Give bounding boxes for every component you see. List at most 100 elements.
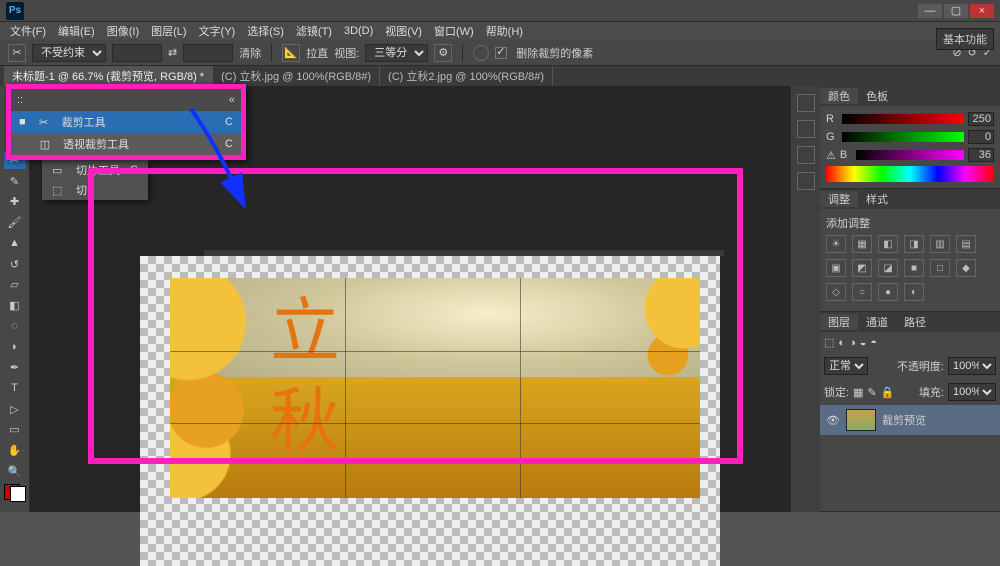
color-swatch[interactable] [4, 484, 26, 502]
lock-position-icon[interactable]: ✎ [867, 386, 876, 399]
pen-tool[interactable]: ✒ [4, 359, 26, 376]
menu-help[interactable]: 帮助(H) [486, 23, 523, 39]
channels-tab[interactable]: 通道 [858, 314, 896, 330]
menu-filter[interactable]: 滤镜(T) [296, 23, 332, 39]
slice-icon: ▭ [52, 164, 66, 177]
adj-lookup-icon[interactable]: □ [930, 259, 950, 277]
adj-channel-mixer-icon[interactable]: ■ [904, 259, 924, 277]
r-value[interactable]: 250 [968, 112, 994, 126]
lock-all-icon[interactable]: 🔒 [881, 386, 895, 399]
history-brush-tool[interactable]: ↺ [4, 256, 26, 273]
adj-vibrance-icon[interactable]: ▥ [930, 235, 950, 253]
layer-thumbnail[interactable] [846, 409, 876, 431]
g-value[interactable]: 0 [968, 130, 994, 144]
window-minimize[interactable]: — [918, 4, 942, 18]
visibility-icon[interactable]: 👁 [826, 414, 840, 427]
adj-posterize-icon[interactable]: ◇ [826, 283, 846, 301]
opacity-select[interactable]: 100% [948, 357, 996, 375]
shape-tool[interactable]: ▭ [4, 422, 26, 439]
adj-balance-icon[interactable]: ▣ [826, 259, 846, 277]
collapsed-panel-4[interactable] [797, 172, 815, 190]
menu-3d[interactable]: 3D(D) [344, 25, 373, 37]
paths-tab[interactable]: 路径 [896, 314, 934, 330]
brush-tool[interactable]: 🖌 [4, 214, 26, 231]
b-slider[interactable] [856, 150, 964, 160]
crop-handle-bl[interactable] [170, 490, 178, 498]
path-select-tool[interactable]: ▷ [4, 401, 26, 418]
menu-edit[interactable]: 编辑(E) [58, 23, 95, 39]
adj-bw-icon[interactable]: ◩ [852, 259, 872, 277]
adj-threshold-icon[interactable]: ○ [852, 283, 872, 301]
layer-filter-2[interactable]: ◑ [849, 337, 856, 349]
color-tab[interactable]: 颜色 [820, 88, 858, 104]
straighten-icon[interactable]: 📐 [282, 44, 300, 62]
collapsed-panel-1[interactable] [797, 94, 815, 112]
gradient-tool[interactable]: ◧ [4, 297, 26, 314]
adj-hue-icon[interactable]: ▤ [956, 235, 976, 253]
doc-tab-3[interactable]: (C) 立秋2.jpg @ 100%(RGB/8#) [380, 66, 553, 86]
doc-tab-2[interactable]: (C) 立秋.jpg @ 100%(RGB/8#) [213, 66, 380, 86]
menu-window[interactable]: 窗口(W) [434, 23, 474, 39]
crop-width-input[interactable] [112, 44, 162, 62]
dodge-tool[interactable]: ◗ [4, 339, 26, 356]
r-slider[interactable] [842, 114, 964, 124]
adj-invert-icon[interactable]: ◆ [956, 259, 976, 277]
b-value[interactable]: 36 [968, 148, 994, 162]
heal-tool[interactable]: ✚ [4, 194, 26, 211]
collapsed-panel-3[interactable] [797, 146, 815, 164]
adj-photo-filter-icon[interactable]: ◪ [878, 259, 898, 277]
adj-exposure-icon[interactable]: ◨ [904, 235, 924, 253]
adjust-tab[interactable]: 调整 [820, 191, 858, 207]
hand-tool[interactable]: ✋ [4, 442, 26, 459]
flyout-label: 裁剪工具 [62, 114, 106, 130]
gear-icon[interactable]: ⚙ [434, 44, 452, 62]
crop-shield-toggle[interactable] [473, 45, 489, 61]
swatches-tab[interactable]: 色板 [858, 88, 896, 104]
window-close[interactable]: × [970, 4, 994, 18]
fill-select[interactable]: 100% [948, 383, 996, 401]
menu-select[interactable]: 选择(S) [247, 23, 284, 39]
eraser-tool[interactable]: ▱ [4, 276, 26, 293]
adj-levels-icon[interactable]: ▦ [852, 235, 872, 253]
layer-row[interactable]: 👁 裁剪预览 [820, 405, 1000, 435]
lock-pixels-icon[interactable]: ▦ [853, 386, 863, 399]
menu-image[interactable]: 图像(I) [107, 23, 139, 39]
collapsed-panel-2[interactable] [797, 120, 815, 138]
crop-overlay-select[interactable]: 三等分 [365, 44, 428, 62]
eyedropper-tool[interactable]: ✎ [4, 173, 26, 190]
doc-tab-1[interactable]: 未标题-1 @ 66.7% (裁剪预览, RGB/8) * [4, 66, 213, 86]
workspace-switcher[interactable]: 基本功能 [936, 28, 994, 50]
window-maximize[interactable]: ▢ [944, 4, 968, 18]
menu-layer[interactable]: 图层(L) [151, 23, 186, 39]
layer-name[interactable]: 裁剪预览 [882, 412, 926, 428]
blend-mode-select[interactable]: 正常 [824, 357, 868, 375]
layer-filter-4[interactable]: ◓ [870, 337, 877, 349]
blur-tool[interactable]: ◌ [4, 318, 26, 335]
flyout-grip-icon[interactable]: :: [17, 94, 23, 106]
menu-file[interactable]: 文件(F) [10, 23, 46, 39]
menu-view[interactable]: 视图(V) [385, 23, 422, 39]
layers-tab[interactable]: 图层 [820, 314, 858, 330]
adj-brightness-icon[interactable]: ☀ [826, 235, 846, 253]
menu-type[interactable]: 文字(Y) [199, 23, 236, 39]
crop-constraint-select[interactable]: 不受约束 [32, 44, 106, 62]
stamp-tool[interactable]: ▲ [4, 235, 26, 252]
styles-tab[interactable]: 样式 [858, 191, 896, 207]
layer-filter-1[interactable]: ◐ [838, 337, 845, 349]
g-slider[interactable] [842, 132, 964, 142]
hue-ramp[interactable] [826, 166, 994, 182]
perspective-crop-icon: ◫ [37, 138, 53, 151]
adj-selective-icon[interactable]: ◐ [904, 283, 924, 301]
delete-pixels-checkbox[interactable] [495, 47, 507, 59]
layer-filter-3[interactable]: ◒ [860, 337, 867, 349]
layer-filter-kind[interactable]: ⬚ [824, 336, 834, 349]
swap-icon[interactable]: ⇄ [168, 46, 177, 59]
crop-handle-br[interactable] [692, 490, 700, 498]
submenu-label: 切 [76, 182, 87, 198]
adj-gradient-map-icon[interactable]: ● [878, 283, 898, 301]
clear-button[interactable]: 清除 [239, 45, 261, 61]
type-tool[interactable]: T [4, 380, 26, 397]
crop-height-input[interactable] [183, 44, 233, 62]
zoom-tool[interactable]: 🔍 [4, 463, 26, 480]
adj-curves-icon[interactable]: ◧ [878, 235, 898, 253]
